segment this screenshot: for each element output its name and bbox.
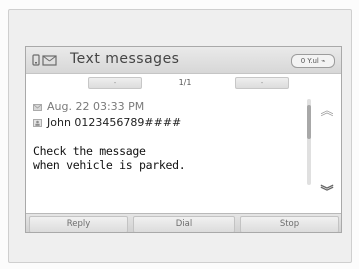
message-body: Check the message when vehicle is parked… <box>33 144 186 172</box>
message-sender: John 0123456789#### <box>47 116 182 129</box>
reply-button[interactable]: Reply <box>29 216 128 232</box>
message-date: Aug. 22 03:33 PM <box>47 100 145 113</box>
message-sender-row: John 0123456789#### <box>33 116 181 130</box>
page-navigator: - 1/1 - <box>26 74 341 90</box>
text-messages-screen: Text messages 0 Y.ul ⌁ - 1/1 - Aug. 22 0… <box>25 46 342 233</box>
scrollbar-thumb[interactable] <box>307 105 311 139</box>
previous-page-button[interactable]: - <box>88 77 142 89</box>
header-icons <box>32 54 62 66</box>
dial-button[interactable]: Dial <box>133 216 235 232</box>
chevron-double-up-icon[interactable]: ︽ <box>319 104 335 120</box>
page-frame: Text messages 0 Y.ul ⌁ - 1/1 - Aug. 22 0… <box>0 0 359 269</box>
message-body-line: when vehicle is parked. <box>33 158 186 172</box>
next-page-button[interactable]: - <box>235 77 289 89</box>
phone-message-icon <box>32 54 57 66</box>
page-indicator: 1/1 <box>178 78 192 87</box>
message-date-row: Aug. 22 03:33 PM <box>33 100 144 114</box>
signal-status-icon: 0 Y.ul ⌁ <box>291 54 335 68</box>
stop-button[interactable]: Stop <box>240 216 339 232</box>
message-body-line: Check the message <box>33 144 146 158</box>
screen-header: Text messages 0 Y.ul ⌁ <box>26 47 341 74</box>
contact-icon <box>33 117 42 130</box>
chevron-double-down-icon[interactable]: ︾ <box>319 185 335 201</box>
envelope-icon <box>33 101 42 114</box>
soft-key-bar: Reply Dial Stop <box>26 213 341 232</box>
message-scrollbar[interactable] <box>307 99 311 185</box>
screen-title: Text messages <box>70 51 180 67</box>
